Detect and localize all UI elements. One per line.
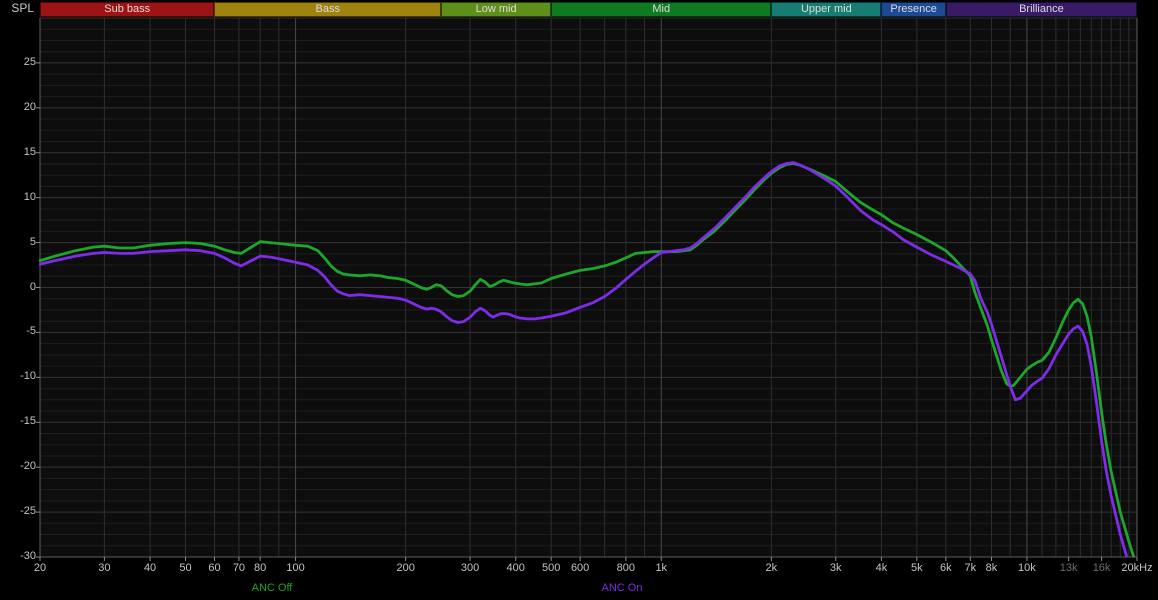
y-tick-label: -20 — [0, 460, 36, 472]
y-tick-label: 5 — [0, 236, 36, 248]
y-tick-label: 20 — [0, 101, 36, 113]
y-tick-label: -5 — [0, 325, 36, 337]
legend-anc-on[interactable]: ANC On — [602, 582, 643, 594]
plot-area — [0, 0, 1158, 600]
y-tick-label: 15 — [0, 146, 36, 158]
x-tick-label: 20kHz — [1107, 562, 1158, 574]
y-tick-label: -30 — [0, 550, 36, 562]
y-tick-label: -10 — [0, 370, 36, 382]
legend-anc-off[interactable]: ANC Off — [252, 582, 293, 594]
y-tick-label: -25 — [0, 505, 36, 517]
x-tick-label: 100 — [266, 562, 326, 574]
y-tick-label: 0 — [0, 281, 36, 293]
y-tick-label: 25 — [0, 56, 36, 68]
y-tick-label: 10 — [0, 191, 36, 203]
x-tick-label: 1k — [631, 562, 691, 574]
y-tick-label: -15 — [0, 415, 36, 427]
spl-chart-canvas: SPL Sub bassBassLow midMidUpper midPrese… — [0, 0, 1158, 600]
x-tick-label: 200 — [376, 562, 436, 574]
x-tick-label: 20 — [10, 562, 70, 574]
x-tick-label: 2k — [741, 562, 801, 574]
